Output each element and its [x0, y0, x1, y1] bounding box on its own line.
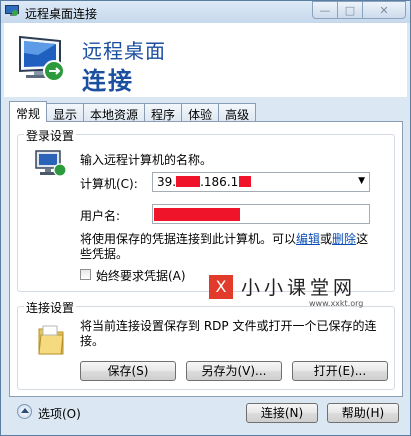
- save-as-button[interactable]: 另存为(V)...: [186, 361, 282, 381]
- open-button[interactable]: 打开(E)...: [292, 361, 388, 381]
- banner-title-line1: 远程桌面: [82, 39, 166, 63]
- chevron-down-icon[interactable]: ▼: [358, 176, 365, 186]
- connection-settings-title: 连接设置: [24, 299, 77, 316]
- redacted-segment-1: [176, 176, 201, 187]
- login-settings-title: 登录设置: [24, 127, 77, 144]
- watermark-logo: X: [209, 275, 233, 299]
- username-field[interactable]: [152, 204, 370, 224]
- options-toggle-icon[interactable]: [17, 404, 32, 419]
- edit-credentials-link[interactable]: 编辑: [296, 232, 320, 246]
- tab-advanced[interactable]: 高级: [218, 103, 257, 122]
- credentials-info: 将使用保存的凭据连接到此计算机。可以编辑或删除这 些凭据。: [80, 232, 369, 261]
- connect-button[interactable]: 连接(N): [246, 403, 318, 423]
- remote-desktop-window: 远程桌面连接 — □ ✕ 远程桌面 连接 常规 显示 本地资源 程序 体验 高级: [0, 0, 411, 436]
- tab-experience[interactable]: 体验: [181, 103, 220, 122]
- maximize-button[interactable]: □: [338, 1, 363, 19]
- connection-description: 将当前连接设置保存到 RDP 文件或打开一个已保存的连 接。: [80, 319, 377, 348]
- options-label[interactable]: 选项(O): [38, 405, 81, 422]
- close-button[interactable]: ✕: [363, 1, 406, 19]
- login-settings-group: 登录设置 输入远程计算机的名称。 计算机(C): 39. .186.1 ▼ 用户名…: [17, 127, 395, 292]
- window-title: 远程桌面连接: [25, 7, 98, 21]
- computer-icon: [35, 150, 67, 177]
- save-button[interactable]: 保存(S): [80, 361, 176, 381]
- minimize-button[interactable]: —: [312, 1, 338, 19]
- tab-strip: 常规 显示 本地资源 程序 体验 高级: [9, 101, 257, 122]
- remote-desktop-icon: [5, 5, 19, 16]
- computer-name-prompt: 输入远程计算机的名称。: [80, 153, 213, 167]
- redacted-segment-2: [239, 176, 252, 187]
- computer-label: 计算机(C):: [80, 177, 138, 191]
- delete-credentials-link[interactable]: 删除: [332, 232, 356, 246]
- help-button[interactable]: 帮助(H): [327, 403, 399, 423]
- folder-icon: [38, 325, 64, 355]
- tab-general[interactable]: 常规: [9, 101, 48, 122]
- tab-display[interactable]: 显示: [46, 103, 85, 122]
- banner-title-line2: 连接: [82, 67, 134, 95]
- computer-value: 39. .186.1: [157, 175, 252, 189]
- tab-programs[interactable]: 程序: [144, 103, 183, 122]
- tab-panel-general: 登录设置 输入远程计算机的名称。 计算机(C): 39. .186.1 ▼ 用户名…: [9, 121, 403, 397]
- always-ask-label: 始终要求凭据(A): [96, 269, 186, 283]
- redacted-username: [154, 208, 240, 221]
- username-label: 用户名:: [80, 209, 121, 223]
- tab-local-resources[interactable]: 本地资源: [83, 103, 146, 122]
- computer-combobox[interactable]: 39. .186.1 ▼: [152, 172, 370, 192]
- header-banner: 远程桌面 连接: [4, 23, 407, 97]
- remote-desktop-logo-icon: [19, 35, 65, 82]
- always-ask-checkbox[interactable]: [80, 269, 91, 280]
- watermark-url: www.xxkt.org: [309, 299, 364, 308]
- title-bar[interactable]: 远程桌面连接 — □ ✕: [1, 1, 410, 23]
- connection-settings-group: 连接设置 将当前连接设置保存到 RDP 文件或打开一个已保存的连 接。 保存(S…: [17, 299, 395, 390]
- watermark-text: 小小课堂网: [241, 277, 357, 299]
